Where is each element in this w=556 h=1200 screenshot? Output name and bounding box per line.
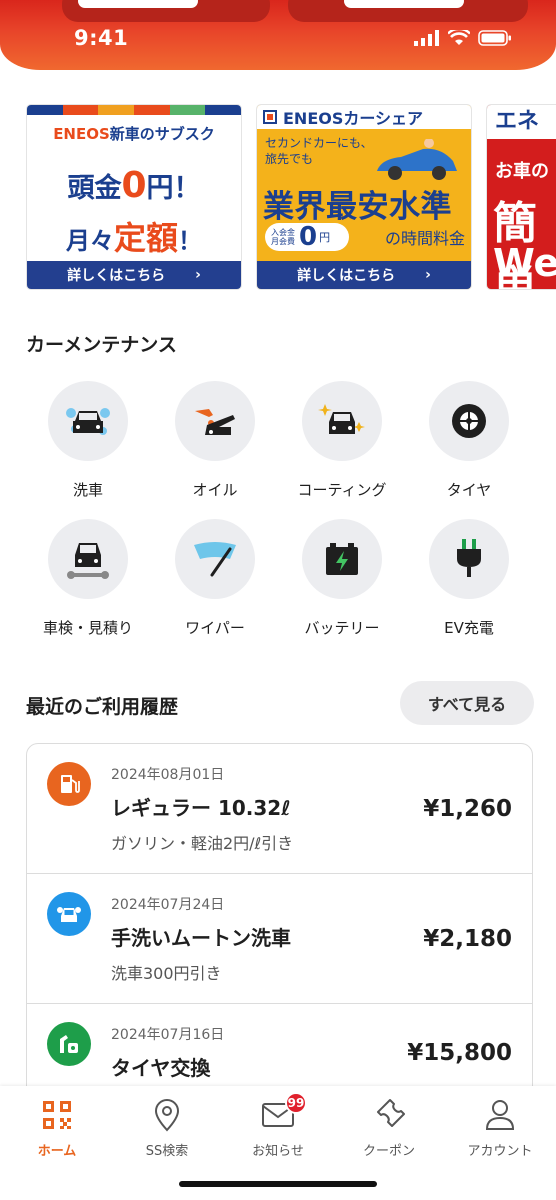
maintenance-item-inspection[interactable]: 車検・見積り [24, 519, 152, 638]
nav-notifications[interactable]: 99 お知らせ [223, 1092, 333, 1159]
home-indicator [179, 1181, 377, 1187]
battery-icon [478, 30, 511, 46]
maintenance-item-car-wash[interactable]: 洗車 [24, 381, 152, 500]
banner-line-1: お車の [495, 161, 549, 182]
banner-third[interactable]: エネ お車の 簡単 We [486, 104, 556, 290]
history-title: レギュラー 10.32ℓ [111, 796, 291, 820]
car-wash-icon [47, 892, 91, 936]
status-icons [414, 30, 512, 46]
history-date: 2024年08月01日 [111, 767, 225, 783]
widget-right [288, 0, 528, 22]
grid-label: EV充電 [444, 619, 494, 637]
nav-label: SS検索 [145, 1144, 189, 1159]
maintenance-item-tire[interactable]: タイヤ [405, 381, 533, 500]
maintenance-item-battery[interactable]: バッテリー [278, 519, 406, 638]
nav-ss-search[interactable]: SS検索 [112, 1096, 222, 1159]
grid-label: オイル [192, 481, 238, 499]
banner-line-2: 月々定額！ [65, 219, 202, 257]
status-time: 9:41 [74, 26, 129, 50]
nav-account[interactable]: アカウント [445, 1096, 555, 1159]
nav-label: ホーム [37, 1144, 77, 1159]
car-illustration-icon [377, 139, 457, 180]
nav-coupon[interactable]: クーポン [334, 1096, 444, 1159]
maintenance-title: カーメンテナンス [26, 334, 177, 356]
grid-label: コーティング [297, 481, 387, 499]
banner-stripes [27, 105, 241, 115]
banner-carshare[interactable]: ENEOSカーシェア セカンドカーにも、 旅先でも 業界最安水準 入会金 月会費 0… [256, 104, 472, 290]
banner-line-1: 頭金0円！ [67, 165, 201, 206]
nav-label: クーポン [362, 1144, 415, 1159]
grid-label: バッテリー [304, 619, 380, 637]
banner-cta[interactable]: 詳しくはこちら › [257, 261, 471, 289]
banner-big-text: 業界最安水準 [263, 189, 452, 225]
mail-icon: 99 [223, 1092, 333, 1134]
banner-hourly-text: の時間料金 [384, 229, 465, 248]
banner-brand: ENEOSカーシェア [257, 105, 471, 129]
history-item[interactable]: 2024年07月24日 手洗いムートン洗車 洗車300円引き ¥2,180 [27, 874, 532, 1004]
tire-icon [429, 381, 509, 461]
history-note: ガソリン・軽油2円/ℓ引き [111, 834, 294, 853]
banner-carousel[interactable]: ENEOS新車のサブスク 頭金0円！ 月々定額！ 詳しくはこちら › ENEOSカ… [26, 104, 556, 292]
banner-sub: セカンドカーにも、 旅先でも [265, 136, 373, 166]
maintenance-item-ev[interactable]: EV充電 [405, 519, 533, 638]
oil-icon [175, 381, 255, 461]
history-title: 手洗いムートン洗車 [111, 926, 291, 950]
banner-headline: ENEOS新車のサブスク [53, 125, 215, 143]
history-list: 2024年08月01日 レギュラー 10.32ℓ ガソリン・軽油2円/ℓ引き ¥… [26, 743, 533, 1123]
nav-label: お知らせ [252, 1144, 304, 1159]
history-item[interactable]: 2024年08月01日 レギュラー 10.32ℓ ガソリン・軽油2円/ℓ引き ¥… [27, 744, 532, 874]
history-title: 最近のご利用履歴 [26, 696, 179, 718]
banner-cta[interactable]: 詳しくはこちら › [27, 261, 241, 289]
notification-badge: 99 [285, 1092, 307, 1114]
chevron-right-icon: › [195, 267, 201, 283]
fuel-icon [47, 762, 91, 806]
signal-icon [414, 30, 439, 46]
history-title: タイヤ交換 [111, 1056, 211, 1080]
wiper-icon [175, 519, 255, 599]
eneos-logo-icon [263, 110, 277, 124]
ev-plug-icon [429, 519, 509, 599]
person-icon [445, 1096, 555, 1134]
tire-service-icon [47, 1022, 91, 1066]
grid-label: 洗車 [72, 481, 103, 499]
history-date: 2024年07月16日 [111, 1027, 225, 1043]
history-price: ¥2,180 [423, 926, 512, 952]
qr-code-icon [2, 1096, 112, 1134]
history-price: ¥15,800 [407, 1040, 512, 1066]
wifi-icon [448, 30, 470, 45]
nav-home[interactable]: ホーム [2, 1096, 112, 1159]
nav-label: アカウント [467, 1144, 533, 1159]
history-price: ¥1,260 [423, 796, 512, 822]
maintenance-item-oil[interactable]: オイル [151, 381, 279, 500]
banner-brand: エネ [487, 105, 556, 139]
coupon-icon [334, 1096, 444, 1134]
maintenance-item-wiper[interactable]: ワイパー [151, 519, 279, 638]
history-note: 洗車300円引き [111, 964, 222, 983]
maintenance-item-coating[interactable]: コーティング [278, 381, 406, 500]
battery-icon [302, 519, 382, 599]
widget-left [62, 0, 270, 22]
see-all-button[interactable]: すべて見る [400, 681, 534, 725]
history-date: 2024年07月24日 [111, 897, 225, 913]
inspection-icon [48, 519, 128, 599]
banner-subscription[interactable]: ENEOS新車のサブスク 頭金0円！ 月々定額！ 詳しくはこちら › [26, 104, 242, 290]
grid-label: 車検・見積り [42, 619, 133, 637]
banner-fee-zero: 入会金 月会費 0円 [265, 223, 349, 251]
header: 9:41 [0, 0, 556, 70]
banner-line-3: We [493, 241, 556, 285]
coating-icon [302, 381, 382, 461]
location-pin-icon [112, 1096, 222, 1134]
grid-label: タイヤ [446, 481, 492, 499]
car-wash-icon [48, 381, 128, 461]
chevron-right-icon: › [425, 267, 431, 283]
grid-label: ワイパー [185, 619, 245, 637]
